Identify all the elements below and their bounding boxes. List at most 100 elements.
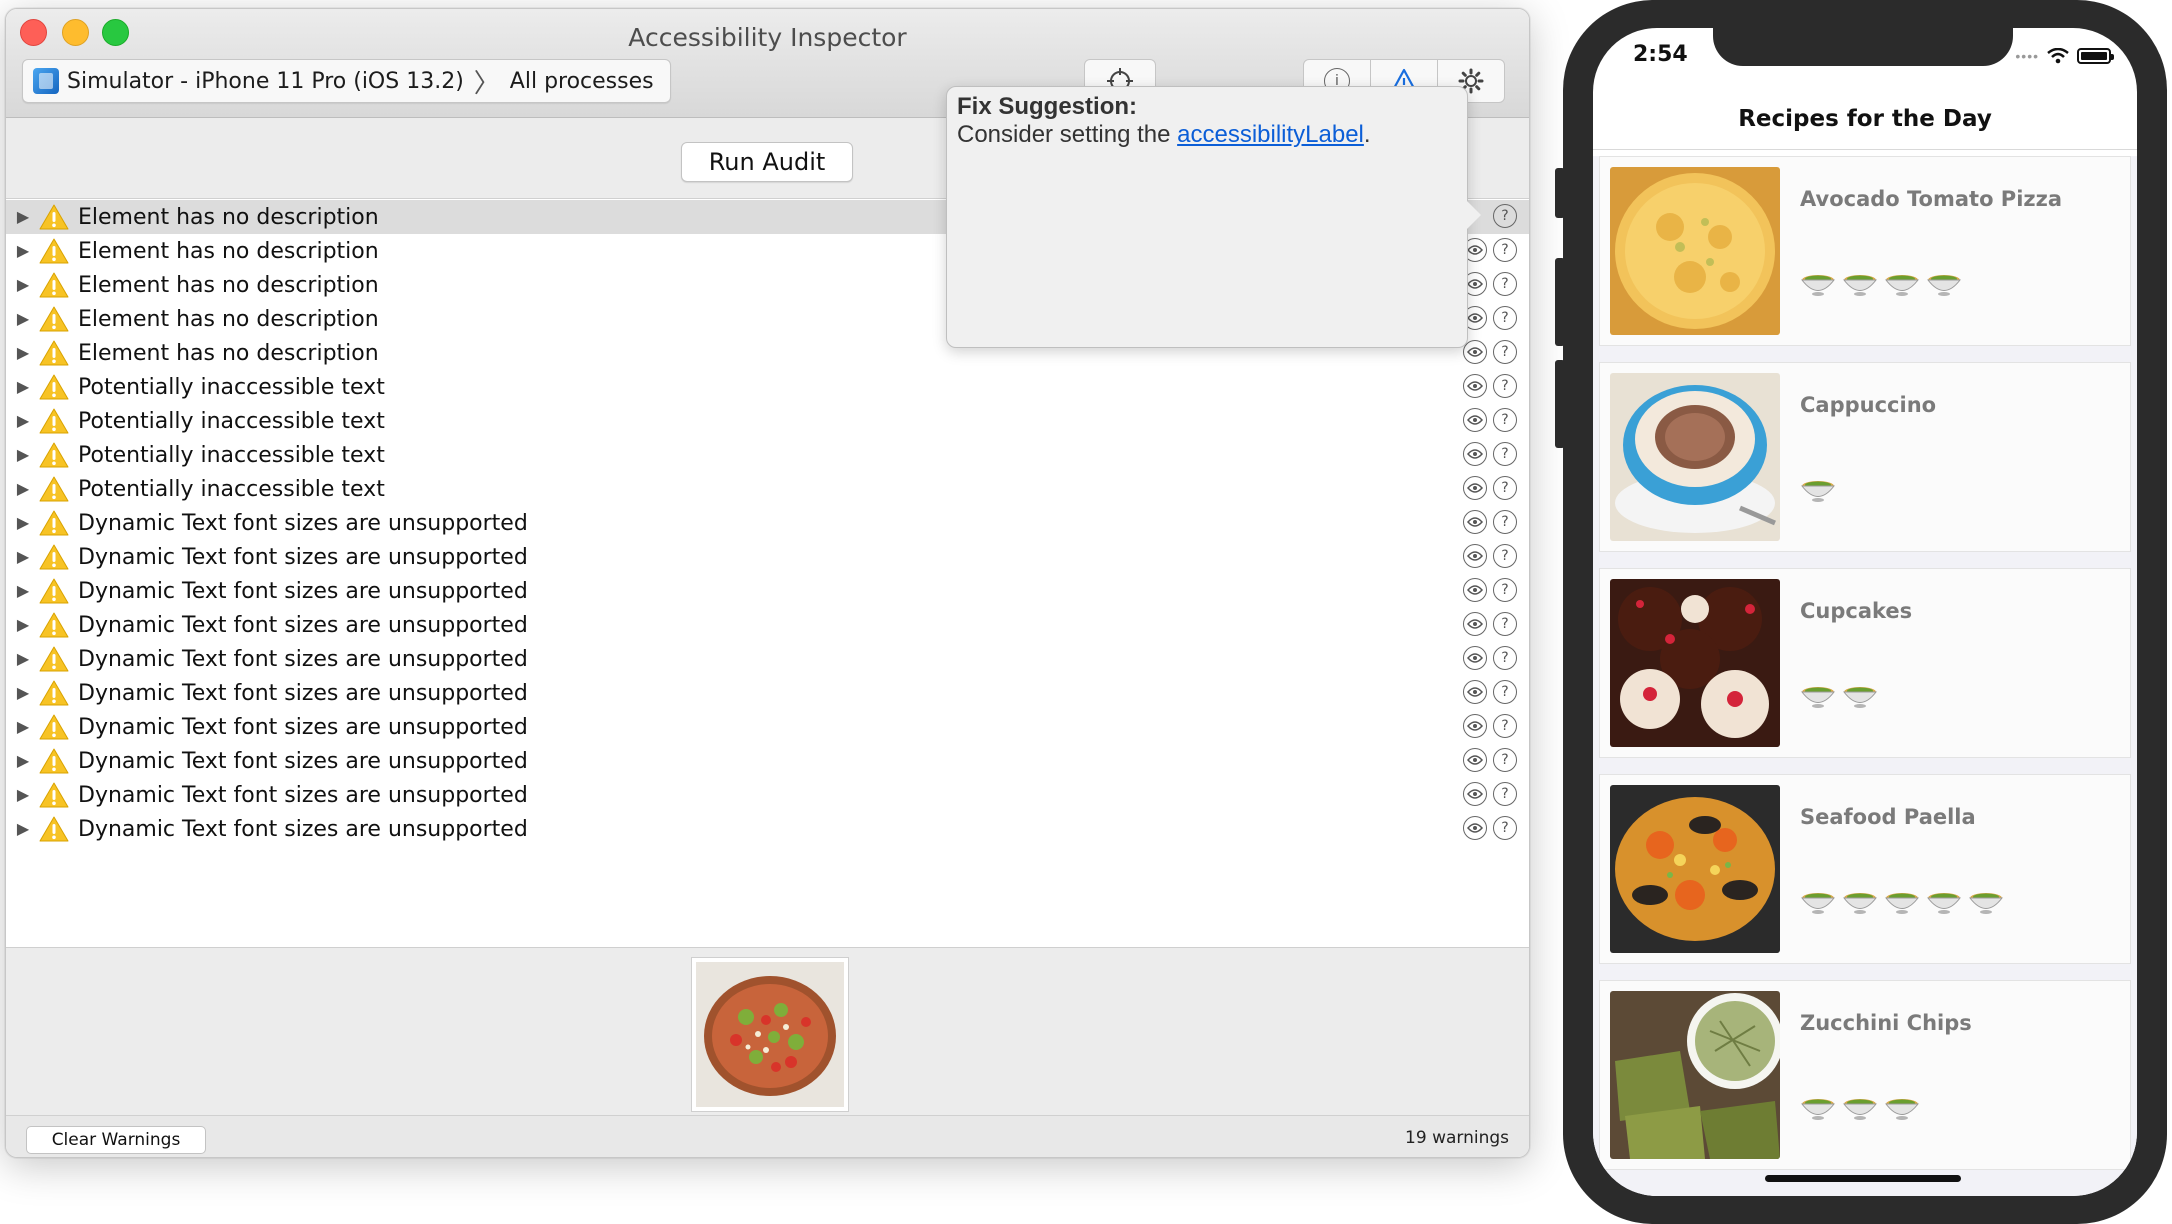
recipe-image bbox=[1610, 579, 1780, 747]
warning-row[interactable]: ▶ Dynamic Text font sizes are unsupported… bbox=[6, 574, 1529, 608]
eye-icon[interactable] bbox=[1463, 510, 1487, 534]
warning-row[interactable]: ▶ Dynamic Text font sizes are unsupported… bbox=[6, 812, 1529, 846]
question-mark-icon[interactable]: ? bbox=[1493, 442, 1517, 466]
disclosure-triangle-icon[interactable]: ▶ bbox=[8, 309, 38, 329]
disclosure-triangle-icon[interactable]: ▶ bbox=[8, 785, 38, 805]
recipe-card[interactable]: Seafood Paella bbox=[1599, 774, 2131, 964]
fix-suggestion-popover: Fix Suggestion: Consider setting the acc… bbox=[946, 86, 1481, 348]
disclosure-triangle-icon[interactable]: ▶ bbox=[8, 377, 38, 397]
disclosure-triangle-icon[interactable]: ▶ bbox=[8, 445, 38, 465]
question-mark-icon[interactable]: ? bbox=[1493, 476, 1517, 500]
question-mark-icon[interactable]: ? bbox=[1493, 510, 1517, 534]
recipe-image bbox=[1610, 373, 1780, 541]
question-mark-icon[interactable]: ? bbox=[1493, 782, 1517, 806]
recipe-name: Avocado Tomato Pizza bbox=[1800, 187, 2063, 211]
eye-icon[interactable] bbox=[1463, 544, 1487, 568]
question-mark-icon[interactable]: ? bbox=[1493, 204, 1517, 228]
target-chooser[interactable]: Simulator - iPhone 11 Pro (iOS 13.2) 〉 A… bbox=[22, 59, 671, 103]
disclosure-triangle-icon[interactable]: ▶ bbox=[8, 819, 38, 839]
eye-icon[interactable] bbox=[1463, 578, 1487, 602]
eye-icon[interactable] bbox=[1463, 816, 1487, 840]
disclosure-triangle-icon[interactable]: ▶ bbox=[8, 717, 38, 737]
recipe-card[interactable]: Cupcakes bbox=[1599, 568, 2131, 758]
clear-warnings-button[interactable]: Clear Warnings bbox=[26, 1126, 206, 1154]
warning-triangle-icon bbox=[39, 816, 69, 842]
question-mark-icon[interactable]: ? bbox=[1493, 816, 1517, 840]
warning-triangle-icon bbox=[39, 204, 69, 230]
eye-icon[interactable] bbox=[1463, 442, 1487, 466]
question-mark-icon[interactable]: ? bbox=[1493, 680, 1517, 704]
disclosure-triangle-icon[interactable]: ▶ bbox=[8, 479, 38, 499]
soup-bowl-icon bbox=[1800, 893, 1836, 914]
eye-icon[interactable] bbox=[1463, 374, 1487, 398]
warning-row[interactable]: ▶ Dynamic Text font sizes are unsupported… bbox=[6, 608, 1529, 642]
question-mark-icon[interactable]: ? bbox=[1493, 272, 1517, 296]
popover-title: Fix Suggestion: bbox=[957, 93, 1137, 120]
eye-icon[interactable] bbox=[1463, 476, 1487, 500]
recipe-card[interactable]: Zucchini Chips bbox=[1599, 980, 2131, 1170]
question-mark-icon[interactable]: ? bbox=[1493, 714, 1517, 738]
warning-row[interactable]: ▶ Dynamic Text font sizes are unsupported… bbox=[6, 744, 1529, 778]
warning-triangle-icon bbox=[39, 272, 69, 298]
recipe-list: Avocado Tomato Pizza Cappuccino Cupcakes Se… bbox=[1593, 156, 2137, 1196]
accessibility-label-link[interactable]: accessibilityLabel bbox=[1177, 121, 1364, 148]
question-mark-icon[interactable]: ? bbox=[1493, 408, 1517, 432]
disclosure-triangle-icon[interactable]: ▶ bbox=[8, 649, 38, 669]
disclosure-triangle-icon[interactable]: ▶ bbox=[8, 581, 38, 601]
soup-bowl-icon bbox=[1842, 275, 1878, 296]
eye-icon[interactable] bbox=[1463, 748, 1487, 772]
status-time: 2:54 bbox=[1633, 42, 1688, 67]
disclosure-triangle-icon[interactable]: ▶ bbox=[8, 275, 38, 295]
warning-row[interactable]: ▶ Dynamic Text font sizes are unsupported… bbox=[6, 506, 1529, 540]
disclosure-triangle-icon[interactable]: ▶ bbox=[8, 241, 38, 261]
warning-triangle-icon bbox=[39, 340, 69, 366]
recipe-card[interactable]: Cappuccino bbox=[1599, 362, 2131, 552]
warning-text: Dynamic Text font sizes are unsupported bbox=[78, 510, 528, 536]
recipe-name: Seafood Paella bbox=[1800, 805, 1976, 829]
disclosure-triangle-icon[interactable]: ▶ bbox=[8, 207, 38, 227]
row-actions: ? bbox=[1463, 680, 1517, 704]
disclosure-triangle-icon[interactable]: ▶ bbox=[8, 683, 38, 703]
question-mark-icon[interactable]: ? bbox=[1493, 748, 1517, 772]
warning-triangle-icon bbox=[39, 748, 69, 774]
warning-row[interactable]: ▶ Dynamic Text font sizes are unsupported… bbox=[6, 642, 1529, 676]
warning-row[interactable]: ▶ Dynamic Text font sizes are unsupported… bbox=[6, 778, 1529, 812]
disclosure-triangle-icon[interactable]: ▶ bbox=[8, 615, 38, 635]
eye-icon[interactable] bbox=[1463, 340, 1487, 364]
question-mark-icon[interactable]: ? bbox=[1493, 578, 1517, 602]
warning-triangle-icon bbox=[39, 680, 69, 706]
disclosure-triangle-icon[interactable]: ▶ bbox=[8, 343, 38, 363]
run-audit-button[interactable]: Run Audit bbox=[681, 142, 853, 182]
disclosure-triangle-icon[interactable]: ▶ bbox=[8, 411, 38, 431]
row-actions: ? bbox=[1463, 272, 1517, 296]
disclosure-triangle-icon[interactable]: ▶ bbox=[8, 547, 38, 567]
warning-row[interactable]: ▶ Potentially inaccessible text? bbox=[6, 438, 1529, 472]
eye-icon[interactable] bbox=[1463, 612, 1487, 636]
warning-row[interactable]: ▶ Potentially inaccessible text? bbox=[6, 472, 1529, 506]
soup-bowl-icon bbox=[1842, 1099, 1878, 1120]
eye-icon[interactable] bbox=[1463, 714, 1487, 738]
warning-triangle-icon bbox=[39, 238, 69, 264]
question-mark-icon[interactable]: ? bbox=[1493, 646, 1517, 670]
question-mark-icon[interactable]: ? bbox=[1493, 374, 1517, 398]
soup-bowl-icon bbox=[1800, 275, 1836, 296]
eye-icon[interactable] bbox=[1463, 782, 1487, 806]
disclosure-triangle-icon[interactable]: ▶ bbox=[8, 513, 38, 533]
question-mark-icon[interactable]: ? bbox=[1493, 544, 1517, 568]
warning-row[interactable]: ▶ Dynamic Text font sizes are unsupported… bbox=[6, 540, 1529, 574]
warning-row[interactable]: ▶ Potentially inaccessible text? bbox=[6, 404, 1529, 438]
home-indicator[interactable] bbox=[1765, 1175, 1961, 1182]
question-mark-icon[interactable]: ? bbox=[1493, 238, 1517, 262]
warning-row[interactable]: ▶ Dynamic Text font sizes are unsupported… bbox=[6, 710, 1529, 744]
warning-row[interactable]: ▶ Potentially inaccessible text? bbox=[6, 370, 1529, 404]
warning-row[interactable]: ▶ Dynamic Text font sizes are unsupported… bbox=[6, 676, 1529, 710]
eye-icon[interactable] bbox=[1463, 680, 1487, 704]
wifi-icon bbox=[2047, 48, 2069, 64]
question-mark-icon[interactable]: ? bbox=[1493, 612, 1517, 636]
eye-icon[interactable] bbox=[1463, 408, 1487, 432]
disclosure-triangle-icon[interactable]: ▶ bbox=[8, 751, 38, 771]
recipe-card[interactable]: Avocado Tomato Pizza bbox=[1599, 156, 2131, 346]
question-mark-icon[interactable]: ? bbox=[1493, 340, 1517, 364]
question-mark-icon[interactable]: ? bbox=[1493, 306, 1517, 330]
eye-icon[interactable] bbox=[1463, 646, 1487, 670]
